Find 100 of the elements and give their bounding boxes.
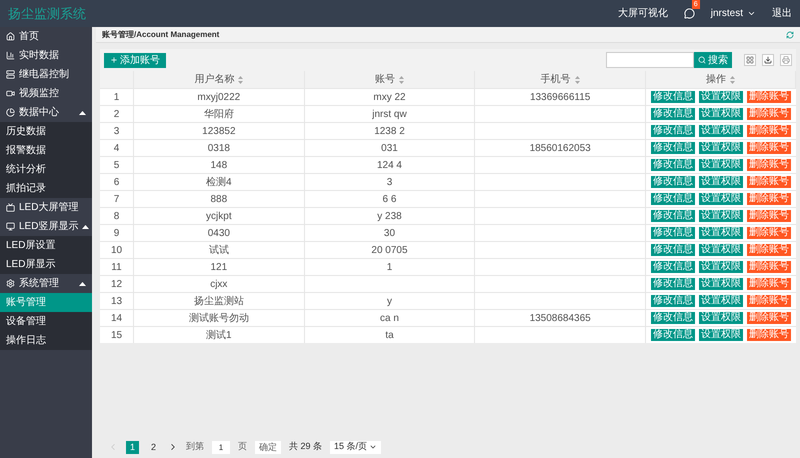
action-button[interactable]: 设置权限 — [699, 210, 743, 222]
action-button[interactable]: 设置权限 — [699, 244, 743, 256]
sidebar-subitem[interactable]: 历史数据 — [0, 122, 92, 141]
dashboard-link[interactable]: 大屏可视化 — [618, 6, 668, 21]
action-button[interactable]: 修改信息 — [651, 312, 695, 324]
sidebar-subitem[interactable]: 统计分析 — [0, 160, 92, 179]
table-cell-text: 扬尘监测站 — [194, 294, 244, 308]
sidebar-subitem[interactable]: 操作日志 — [0, 331, 92, 350]
action-button[interactable]: 设置权限 — [699, 312, 743, 324]
caret-icon — [747, 9, 756, 18]
action-button[interactable]: 修改信息 — [651, 295, 695, 307]
action-button[interactable]: 删除账号 — [747, 261, 791, 273]
table-cell-text: 888 — [210, 192, 228, 206]
confirm-button[interactable]: 确定 — [255, 440, 282, 454]
sidebar-subitem[interactable]: 抓拍记录 — [0, 179, 92, 198]
action-button[interactable]: 修改信息 — [651, 210, 695, 222]
page-size-select[interactable]: 15 条/页 — [330, 440, 382, 454]
sidebar-item[interactable]: 继电器控制 — [0, 65, 92, 84]
export-icon[interactable] — [762, 54, 774, 66]
action-button[interactable]: 修改信息 — [651, 244, 695, 256]
table-cell-text: 13369666115 — [530, 90, 590, 104]
action-button[interactable]: 修改信息 — [651, 278, 695, 290]
action-button[interactable]: 修改信息 — [651, 227, 695, 239]
action-button[interactable]: 删除账号 — [747, 91, 791, 103]
row-number: 8 — [114, 210, 120, 224]
table-cell-text: 6 6 — [382, 192, 396, 206]
action-button[interactable]: 修改信息 — [651, 176, 695, 188]
action-button[interactable]: 设置权限 — [699, 261, 743, 273]
page-input[interactable]: 1 — [212, 440, 230, 454]
table-cell-text: ycjkpt — [206, 210, 232, 224]
sidebar-item[interactable]: LED竖屏显示 — [0, 217, 92, 236]
action-button[interactable]: 修改信息 — [651, 91, 695, 103]
sidebar-item[interactable]: 系统管理 — [0, 274, 92, 293]
action-button[interactable]: 删除账号 — [747, 176, 791, 188]
table-cell-text: 测试账号勿动 — [188, 312, 249, 326]
action-button[interactable]: 设置权限 — [699, 142, 743, 154]
column-header: 账号 — [374, 72, 395, 87]
table-cell-text: 148 — [210, 158, 228, 172]
action-button[interactable]: 修改信息 — [651, 142, 695, 154]
action-button[interactable]: 设置权限 — [699, 176, 743, 188]
refresh-icon[interactable] — [786, 30, 794, 38]
sidebar-item[interactable]: 实时数据 — [0, 46, 92, 65]
action-button[interactable]: 设置权限 — [699, 159, 743, 171]
columns-icon[interactable] — [744, 54, 756, 66]
sidebar-subitem[interactable]: 报警数据 — [0, 141, 92, 160]
page-button[interactable]: 2 — [147, 440, 160, 454]
add-account-button[interactable]: 添加账号 — [104, 52, 166, 68]
sidebar-item[interactable]: 数据中心 — [0, 103, 92, 122]
action-button[interactable]: 删除账号 — [747, 125, 791, 137]
action-button[interactable]: 修改信息 — [651, 125, 695, 137]
sidebar-subitem[interactable]: LED屏设置 — [0, 236, 92, 255]
column-header: 手机号 — [540, 72, 571, 87]
table-cell-text: 测试1 — [206, 328, 232, 342]
row-number: 10 — [110, 244, 122, 258]
search-button[interactable]: 搜索 — [694, 52, 732, 68]
page-button[interactable]: 1 — [126, 440, 140, 454]
action-button[interactable]: 删除账号 — [747, 227, 791, 239]
message-icon[interactable] — [684, 8, 695, 19]
sidebar-item[interactable]: LED大屏管理 — [0, 198, 92, 217]
action-button[interactable]: 设置权限 — [699, 108, 743, 120]
action-button[interactable]: 删除账号 — [747, 210, 791, 222]
column-header: 操作 — [706, 73, 726, 87]
action-button[interactable]: 删除账号 — [747, 278, 791, 290]
caret-icon — [79, 110, 86, 114]
action-button[interactable]: 删除账号 — [747, 244, 791, 256]
action-button[interactable]: 修改信息 — [651, 193, 695, 205]
action-button[interactable]: 删除账号 — [747, 108, 791, 120]
home-icon — [6, 32, 15, 41]
action-button[interactable]: 修改信息 — [651, 329, 695, 341]
action-button[interactable]: 设置权限 — [699, 227, 743, 239]
action-button[interactable]: 删除账号 — [747, 159, 791, 171]
sort-icon — [574, 76, 580, 84]
row-number: 13 — [110, 294, 122, 308]
print-icon[interactable] — [780, 54, 792, 66]
action-button[interactable]: 设置权限 — [699, 125, 743, 137]
action-button[interactable]: 删除账号 — [747, 142, 791, 154]
user-menu[interactable]: jnrstest — [710, 6, 756, 21]
action-button[interactable]: 设置权限 — [699, 193, 743, 205]
sidebar-item[interactable]: 视频监控 — [0, 84, 92, 103]
sidebar-subitem[interactable]: 账号管理 — [0, 293, 92, 312]
action-button[interactable]: 删除账号 — [747, 329, 791, 341]
action-button[interactable]: 设置权限 — [699, 278, 743, 290]
action-button[interactable]: 修改信息 — [651, 261, 695, 273]
search-field[interactable] — [606, 52, 694, 68]
logout-link[interactable]: 退出 — [772, 6, 792, 21]
row-number: 15 — [110, 328, 122, 342]
sidebar-subitem[interactable]: LED屏显示 — [0, 255, 92, 274]
sidebar-item[interactable]: 首页 — [0, 27, 92, 46]
action-button[interactable]: 设置权限 — [699, 91, 743, 103]
action-button[interactable]: 修改信息 — [651, 159, 695, 171]
action-button[interactable]: 删除账号 — [747, 295, 791, 307]
action-button[interactable]: 修改信息 — [651, 108, 695, 120]
row-number: 9 — [114, 226, 120, 240]
action-button[interactable]: 删除账号 — [747, 312, 791, 324]
app-title: 扬尘监测系统 — [8, 4, 86, 23]
sidebar-subitem[interactable]: 设备管理 — [0, 312, 92, 331]
action-button[interactable]: 设置权限 — [699, 295, 743, 307]
action-button[interactable]: 设置权限 — [699, 329, 743, 341]
action-button[interactable]: 删除账号 — [747, 193, 791, 205]
caret-icon — [79, 282, 86, 286]
